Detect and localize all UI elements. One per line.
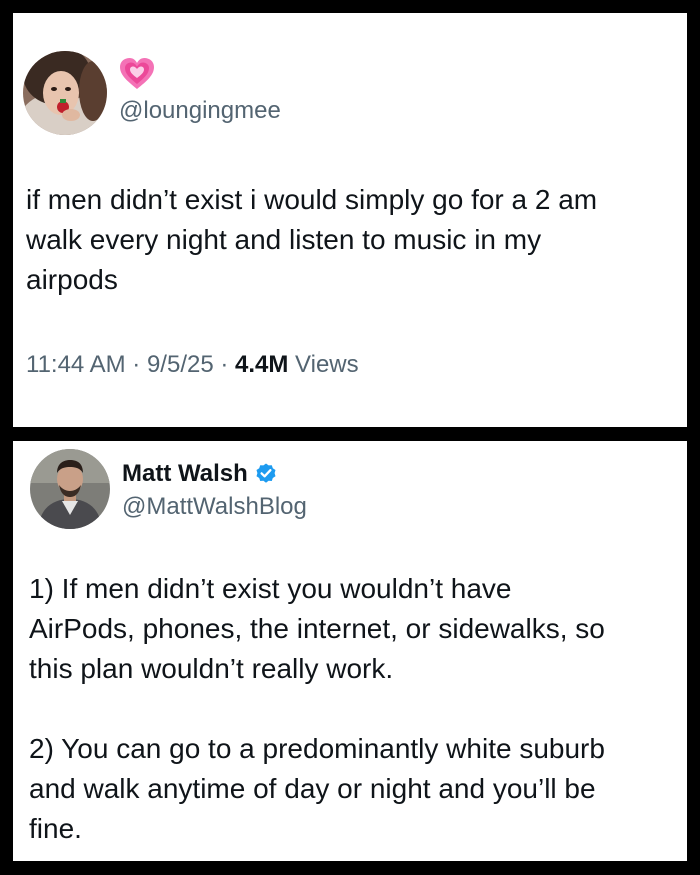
avatar[interactable] — [30, 449, 110, 529]
meta-separator: · — [213, 351, 236, 378]
meta-separator: · — [125, 351, 147, 378]
tweet-text: 1) If men didn’t exist you wouldn’t have… — [29, 569, 605, 849]
tweet-text-line: and walk anytime of day or night and you… — [29, 773, 596, 804]
verified-badge-icon — [254, 462, 278, 486]
tweet-time[interactable]: 11:44 AM — [26, 351, 126, 378]
tweet-card-mattwalsh: Matt Walsh @MattWalshBlog 1) If men didn… — [13, 441, 687, 861]
author-handle[interactable]: @loungingmee — [119, 97, 281, 125]
tweet-date[interactable]: 9/5/25 — [147, 351, 214, 378]
tweet-text-line: if men didn’t exist i would simply go fo… — [26, 184, 598, 215]
avatar[interactable] — [23, 51, 107, 135]
tweet-text-line: AirPods, phones, the internet, or sidewa… — [29, 613, 605, 644]
tweet-card-loungingmee: @loungingmee if men didn’t exist i would… — [13, 13, 687, 427]
author-handle[interactable]: @MattWalshBlog — [122, 493, 307, 521]
tweet-text-line: fine. — [29, 813, 82, 844]
avatar-image — [23, 51, 107, 135]
tweet-metadata: 11:44 AM · 9/5/25 · 4.4M Views — [26, 350, 359, 380]
tweet-text-line: walk every night and listen to music in … — [26, 224, 542, 255]
tweet-text-line: 2) You can go to a predominantly white s… — [29, 733, 605, 764]
avatar-image — [30, 449, 110, 529]
tweet-text-line: airpods — [26, 264, 118, 295]
tweet-text-line: 1) If men didn’t exist you wouldn’t have — [29, 573, 512, 604]
views-label: Views — [288, 351, 359, 378]
tweet-text: if men didn’t exist i would simply go fo… — [26, 180, 597, 300]
tweet-text-line: this plan wouldn’t really work. — [29, 653, 394, 684]
growing-heart-icon — [119, 57, 155, 91]
views-count[interactable]: 4.4M — [235, 351, 288, 378]
author-name-row: Matt Walsh — [122, 459, 278, 489]
author-display-name[interactable]: Matt Walsh — [122, 460, 248, 488]
